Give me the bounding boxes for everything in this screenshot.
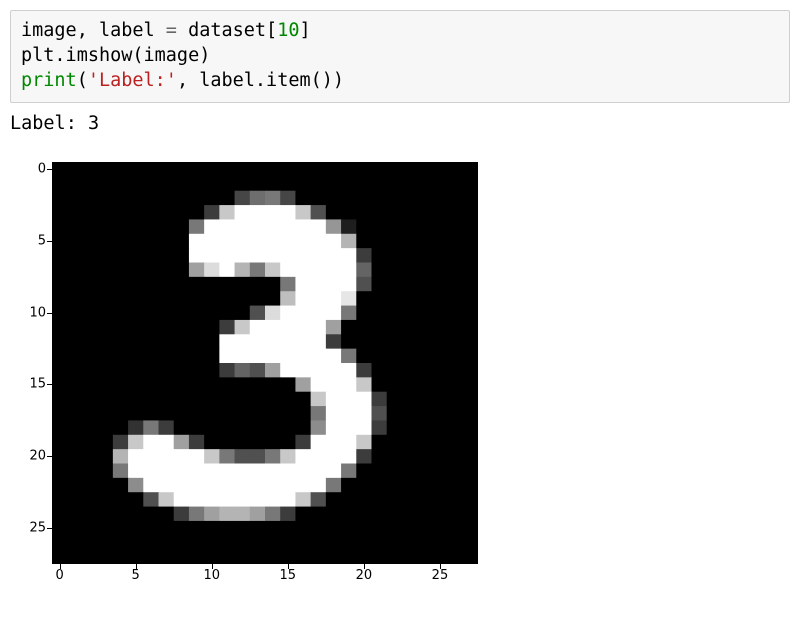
ytick-label: 5 — [16, 233, 46, 248]
ytick-label: 15 — [16, 377, 46, 392]
stdout-output: Label: 3 — [10, 113, 790, 134]
code-line-3: print('Label:', label.item()) — [21, 70, 344, 91]
xtick-label: 5 — [124, 568, 148, 583]
matplotlib-figure: 0 5 10 15 20 25 0 5 10 15 20 25 — [10, 158, 530, 598]
code-cell: image, label = dataset[10] plt.imshow(im… — [10, 10, 790, 103]
ytick-label: 0 — [16, 162, 46, 177]
xtick-label: 25 — [428, 568, 452, 583]
ytick-label: 20 — [16, 449, 46, 464]
heatmap-image — [52, 162, 478, 564]
xtick-label: 20 — [352, 568, 376, 583]
xtick-label: 10 — [200, 568, 224, 583]
code-line-1: image, label = dataset[10] — [21, 20, 311, 41]
ytick-label: 10 — [16, 305, 46, 320]
code-line-2: plt.imshow(image) — [21, 45, 210, 66]
xtick-label: 0 — [48, 568, 72, 583]
ytick-label: 25 — [16, 521, 46, 536]
plot-area — [52, 162, 478, 564]
xtick-label: 15 — [276, 568, 300, 583]
